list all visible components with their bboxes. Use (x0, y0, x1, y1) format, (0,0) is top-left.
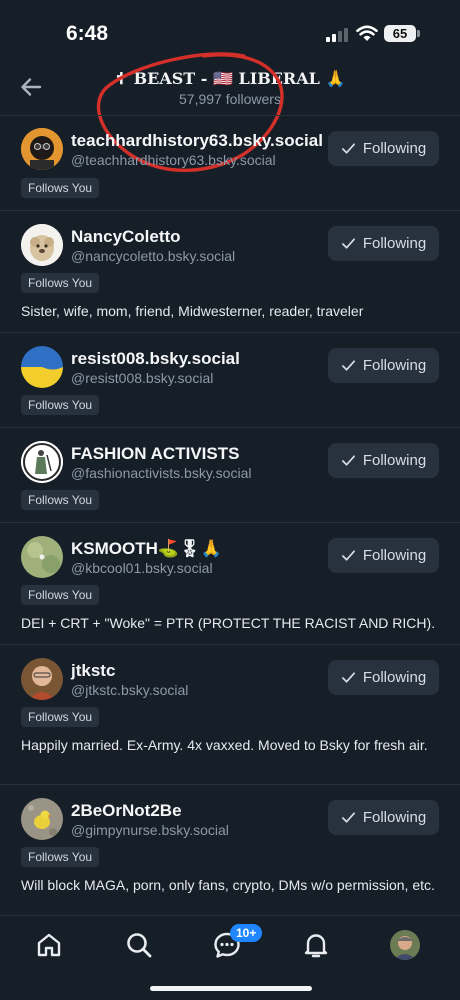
user-bio: Sister, wife, mom, friend, Midwesterner,… (21, 303, 364, 319)
avatar[interactable] (21, 128, 63, 170)
cellular-signal-icon (326, 28, 348, 42)
user-handle: @resist008.bsky.social (71, 370, 214, 386)
following-button[interactable]: Following (328, 226, 439, 261)
battery-tip (417, 30, 420, 37)
following-button[interactable]: Following (328, 131, 439, 166)
following-label: Following (362, 357, 427, 374)
user-bio: Will block MAGA, porn, only fans, crypto… (21, 877, 435, 893)
follows-you-badge: Follows You (21, 273, 100, 293)
profile-avatar[interactable] (390, 930, 420, 960)
bell-icon[interactable] (301, 930, 331, 960)
battery-icon: 65 (384, 25, 416, 42)
search-icon[interactable] (124, 930, 154, 960)
user-handle: @fashionactivists.bsky.social (71, 465, 252, 481)
checkmark-icon (341, 672, 355, 683)
following-label: Following (362, 669, 427, 686)
avatar[interactable] (21, 441, 63, 483)
follows-you-badge: Follows You (21, 395, 100, 415)
list-item[interactable]: resist008.bsky.social @resist008.bsky.so… (0, 332, 460, 427)
chat-notification-badge: 10+ (230, 924, 263, 942)
checkmark-icon (341, 455, 355, 466)
user-bio: DEI + CRT + "Woke" = PTR (PROTECT THE RA… (21, 615, 436, 631)
user-handle: @nancycoletto.bsky.social (71, 248, 236, 264)
following-label: Following (362, 547, 427, 564)
home-indicator (150, 986, 312, 991)
avatar[interactable] (21, 346, 63, 388)
avatar[interactable] (21, 658, 63, 700)
user-handle: @gimpynurse.bsky.social (71, 822, 229, 838)
user-handle: @teachhardhistory63.bsky.social (71, 152, 276, 168)
status-bar: 6:48 65 (0, 0, 460, 66)
list-item[interactable]: jtkstc @jtkstc.bsky.social Following Fol… (0, 644, 460, 784)
checkmark-icon (341, 143, 355, 154)
page-title: ✝ BEAST - 🇺🇸 LIBERAL 🙏 (114, 69, 346, 88)
user-handle: @jtkstc.bsky.social (71, 682, 189, 698)
display-name: KSMOOTH⛳🎖🙏 (71, 539, 222, 558)
following-button[interactable]: Following (328, 348, 439, 383)
following-label: Following (362, 235, 427, 252)
following-button[interactable]: Following (328, 660, 439, 695)
follows-you-badge: Follows You (21, 847, 100, 867)
checkmark-icon (341, 360, 355, 371)
follows-you-badge: Follows You (21, 490, 100, 510)
list-item[interactable]: 2BeOrNot2Be @gimpynurse.bsky.social Foll… (0, 784, 460, 914)
follows-you-badge: Follows You (21, 707, 100, 727)
status-time: 6:48 (66, 22, 109, 45)
following-button[interactable]: Following (328, 443, 439, 478)
display-name: FASHION ACTIVISTS (71, 444, 240, 463)
list-item[interactable]: NancyColetto @nancycoletto.bsky.social F… (0, 210, 460, 332)
followers-list: teachhardhistory63.bsky.social @teachhar… (0, 115, 460, 914)
followers-count: 57,997 followers (179, 91, 281, 107)
wifi-icon (356, 25, 378, 41)
follows-you-badge: Follows You (21, 178, 100, 198)
list-item[interactable]: KSMOOTH⛳🎖🙏 @kbcool01.bsky.social Followi… (0, 522, 460, 644)
home-icon[interactable] (34, 930, 64, 960)
user-bio: Happily married. Ex-Army. 4x vaxxed. Mov… (21, 737, 428, 753)
avatar[interactable] (21, 798, 63, 840)
user-handle: @kbcool01.bsky.social (71, 560, 213, 576)
header: ✝ BEAST - 🇺🇸 LIBERAL 🙏 57,997 followers (0, 66, 460, 114)
following-button[interactable]: Following (328, 538, 439, 573)
display-name: resist008.bsky.social (71, 349, 240, 368)
avatar[interactable] (21, 536, 63, 578)
display-name: 2BeOrNot2Be (71, 801, 182, 820)
following-label: Following (362, 140, 427, 157)
list-item[interactable]: FASHION ACTIVISTS @fashionactivists.bsky… (0, 427, 460, 522)
avatar[interactable] (21, 224, 63, 266)
checkmark-icon (341, 812, 355, 823)
follows-you-badge: Follows You (21, 585, 100, 605)
following-button[interactable]: Following (328, 800, 439, 835)
checkmark-icon (341, 550, 355, 561)
following-label: Following (362, 809, 427, 826)
display-name: jtkstc (71, 661, 116, 680)
checkmark-icon (341, 238, 355, 249)
list-item[interactable]: teachhardhistory63.bsky.social @teachhar… (0, 115, 460, 210)
following-label: Following (362, 452, 427, 469)
display-name: NancyColetto (71, 227, 181, 246)
display-name: teachhardhistory63.bsky.social (71, 131, 323, 150)
